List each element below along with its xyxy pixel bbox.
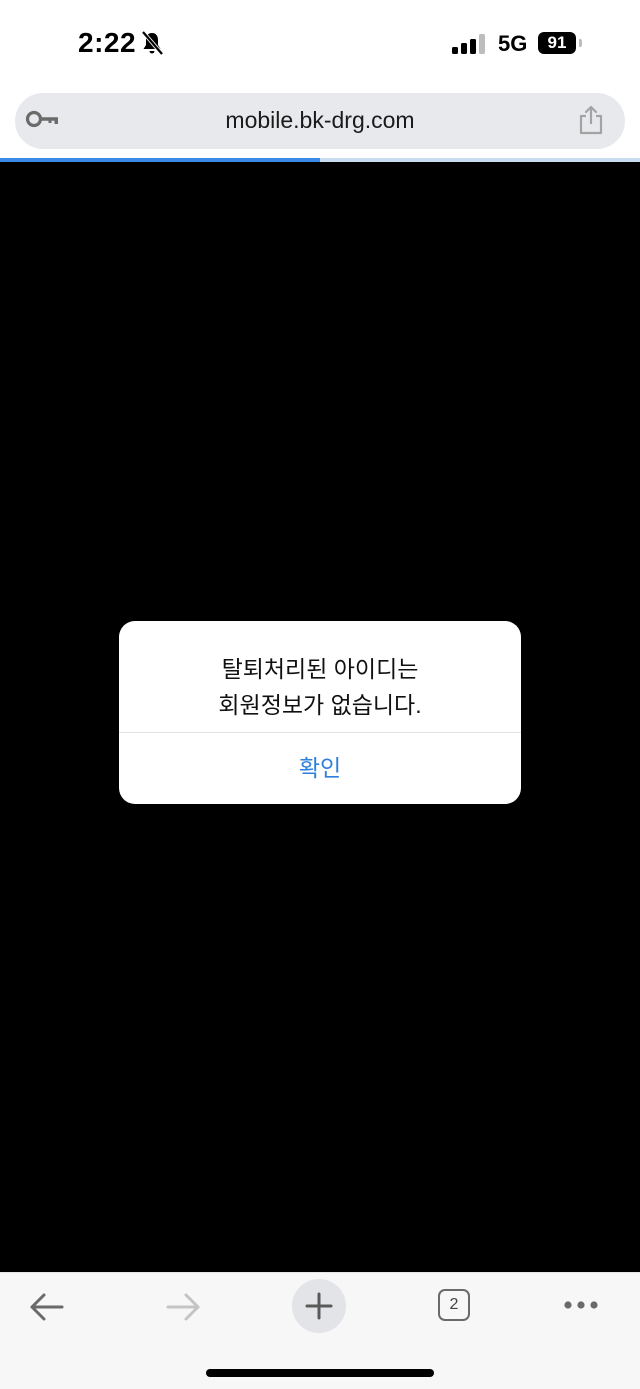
forward-arrow-icon[interactable] xyxy=(164,1291,202,1323)
new-tab-button[interactable] xyxy=(292,1279,346,1333)
home-indicator[interactable] xyxy=(206,1369,434,1377)
battery-cap xyxy=(579,39,582,47)
page-content: 탈퇴처리된 아이디는 회원정보가 없습니다. 확인 xyxy=(0,162,640,1272)
bell-slash-icon xyxy=(141,30,164,56)
battery-icon: 91 xyxy=(538,32,576,54)
plus-icon xyxy=(305,1292,333,1320)
browser-toolbar: 2 xyxy=(0,1272,640,1389)
alert-message-line-2: 회원정보가 없습니다. xyxy=(218,692,422,718)
confirm-button[interactable]: 확인 xyxy=(119,733,521,804)
alert-dialog: 탈퇴처리된 아이디는 회원정보가 없습니다. 확인 xyxy=(119,621,521,804)
address-bar[interactable]: mobile.bk-drg.com xyxy=(15,93,625,149)
share-icon[interactable] xyxy=(577,105,605,135)
more-icon[interactable] xyxy=(562,1299,600,1311)
alert-message-line-1: 탈퇴처리된 아이디는 xyxy=(221,656,419,682)
key-icon[interactable] xyxy=(25,109,61,129)
back-arrow-icon[interactable] xyxy=(28,1291,66,1323)
url-text[interactable]: mobile.bk-drg.com xyxy=(75,107,565,134)
status-bar: 2:22 5G 91 xyxy=(0,0,640,86)
tabs-icon[interactable]: 2 xyxy=(438,1289,470,1321)
cellular-signal-icon xyxy=(452,34,485,54)
alert-message: 탈퇴처리된 아이디는 회원정보가 없습니다. xyxy=(119,651,521,723)
network-type: 5G xyxy=(498,31,528,56)
status-time: 2:22 xyxy=(78,27,137,58)
